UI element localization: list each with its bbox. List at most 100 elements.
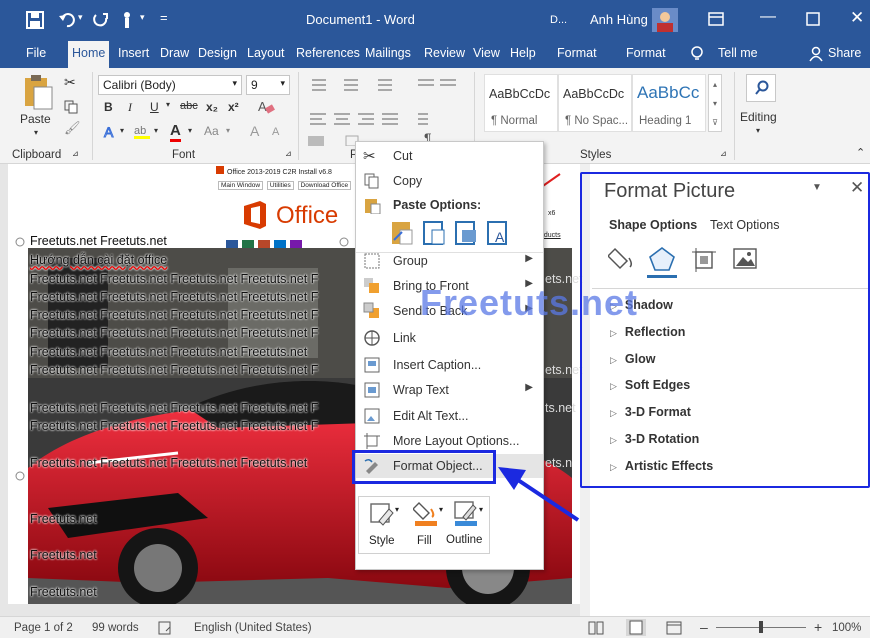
grow-font-button[interactable]: A: [250, 123, 259, 139]
section-artistic-effects[interactable]: ▷ Artistic Effects: [610, 459, 713, 473]
fill-bucket-icon[interactable]: [413, 499, 441, 527]
shrink-font-button[interactable]: A: [272, 126, 279, 138]
menu-item-group[interactable]: Group ▶: [356, 249, 543, 273]
chevron-down-icon[interactable]: ▾: [479, 505, 483, 514]
chevron-down-icon[interactable]: ▾: [756, 126, 760, 135]
maximize-icon[interactable]: [806, 12, 820, 26]
tab-format-1[interactable]: Format: [557, 46, 597, 60]
style-heading-1[interactable]: AaBbCc Heading 1: [632, 74, 706, 132]
chevron-down-icon[interactable]: ▾: [120, 126, 124, 135]
cut-icon[interactable]: ✂: [64, 74, 76, 91]
pane-options-icon[interactable]: ▼: [812, 182, 822, 193]
font-color-button[interactable]: A: [170, 122, 181, 142]
paragraph-controls[interactable]: [306, 76, 466, 146]
print-layout-icon[interactable]: [626, 619, 646, 636]
paste-label[interactable]: Paste: [20, 112, 51, 126]
collapse-ribbon-icon[interactable]: ⌃: [856, 146, 865, 159]
zoom-in-button[interactable]: +: [814, 619, 822, 635]
superscript-button[interactable]: x²: [228, 100, 239, 114]
subscript-button[interactable]: x₂: [206, 100, 218, 114]
clipboard-launcher-icon[interactable]: ⊿: [72, 149, 79, 158]
share-person-icon[interactable]: [808, 46, 824, 62]
save-icon[interactable]: [26, 11, 44, 29]
menu-item-cut[interactable]: ✂ Cut: [356, 144, 543, 168]
outline-pen-icon[interactable]: [453, 499, 481, 527]
layout-properties-icon[interactable]: [690, 246, 718, 272]
share-button[interactable]: Share: [828, 46, 861, 60]
proofing-icon[interactable]: [158, 621, 174, 635]
fill-button-label[interactable]: Fill: [417, 535, 432, 547]
fill-line-icon[interactable]: [608, 246, 636, 272]
word-count[interactable]: 99 words: [92, 622, 139, 634]
customize-qat-icon[interactable]: =: [160, 10, 168, 25]
section-glow[interactable]: ▷ Glow: [610, 352, 655, 366]
page-count[interactable]: Page 1 of 2: [14, 622, 73, 634]
styles-launcher-icon[interactable]: ⊿: [720, 149, 727, 158]
minimize-icon[interactable]: —: [760, 8, 776, 26]
tab-layout[interactable]: Layout: [247, 46, 285, 60]
section-soft-edges[interactable]: ▷ Soft Edges: [610, 378, 690, 392]
format-painter-icon[interactable]: 🖌: [64, 120, 81, 136]
touch-mode-icon[interactable]: [118, 10, 136, 30]
close-icon[interactable]: ✕: [850, 8, 864, 28]
menu-item-edit-alt-text[interactable]: Edit Alt Text...: [356, 404, 543, 428]
menu-item-insert-caption[interactable]: Insert Caption...: [356, 353, 543, 377]
tab-review[interactable]: Review: [424, 46, 465, 60]
selection-handle[interactable]: [338, 236, 350, 248]
web-layout-icon[interactable]: [666, 621, 682, 635]
style-normal[interactable]: AaBbCcDc ¶ Normal: [484, 74, 558, 132]
underline-dropdown-icon[interactable]: ▾: [166, 100, 170, 109]
chevron-down-icon[interactable]: ▾: [226, 126, 230, 135]
chevron-down-icon[interactable]: ▾: [395, 505, 399, 514]
menu-item-link[interactable]: Link: [356, 326, 543, 350]
read-mode-icon[interactable]: [588, 621, 604, 635]
qat-dropdown-icon[interactable]: ▾: [140, 12, 145, 23]
text-effects-icon[interactable]: A: [102, 123, 122, 141]
styles-scroll[interactable]: ▴ ▾ ⊽: [708, 74, 722, 132]
redo-icon[interactable]: [92, 11, 110, 29]
user-name[interactable]: Anh Hùng: [590, 12, 648, 27]
tab-draw[interactable]: Draw: [160, 46, 189, 60]
chevron-down-icon[interactable]: ▾: [439, 505, 443, 514]
tab-references[interactable]: References: [296, 46, 360, 60]
tab-file[interactable]: File: [26, 46, 46, 60]
undo-icon[interactable]: [58, 11, 76, 29]
tab-text-options[interactable]: Text Options: [710, 218, 779, 232]
paste-icon[interactable]: [22, 74, 54, 110]
section-3d-format[interactable]: ▷ 3-D Format: [610, 405, 691, 419]
tab-format-2[interactable]: Format: [626, 46, 666, 60]
font-launcher-icon[interactable]: ⊿: [285, 149, 292, 158]
bold-button[interactable]: B: [104, 100, 113, 114]
zoom-slider-thumb[interactable]: [759, 621, 763, 633]
style-no-spacing[interactable]: AaBbCcDc ¶ No Spac...: [558, 74, 632, 132]
section-reflection[interactable]: ▷ Reflection: [610, 325, 685, 339]
paste-options-icons[interactable]: A: [390, 218, 520, 248]
style-button-label[interactable]: Style: [369, 535, 395, 547]
user-avatar-icon[interactable]: [652, 8, 678, 32]
paste-dropdown-icon[interactable]: ▾: [34, 128, 38, 137]
picture-icon[interactable]: [732, 246, 760, 272]
zoom-out-button[interactable]: –: [700, 619, 708, 635]
style-icon[interactable]: [369, 501, 397, 527]
strikethrough-button[interactable]: abc: [180, 100, 198, 112]
language[interactable]: English (United States): [194, 622, 312, 634]
selection-handle[interactable]: [14, 236, 26, 248]
tab-design[interactable]: Design: [198, 46, 237, 60]
tab-shape-options[interactable]: Shape Options: [609, 218, 697, 232]
outline-button-label[interactable]: Outline: [446, 534, 482, 546]
chevron-down-icon[interactable]: ▾: [188, 126, 192, 135]
find-button[interactable]: [746, 74, 776, 102]
undo-dropdown-icon[interactable]: ▾: [78, 12, 83, 23]
editing-button[interactable]: Editing: [740, 110, 777, 124]
menu-item-copy[interactable]: Copy: [356, 169, 543, 193]
chevron-down-icon[interactable]: ▾: [154, 126, 158, 135]
highlight-color-icon[interactable]: ab: [132, 122, 154, 140]
clear-formatting-icon[interactable]: A: [256, 98, 276, 116]
font-name-box[interactable]: Calibri (Body) ▾: [98, 75, 242, 95]
underline-button[interactable]: U: [150, 100, 159, 114]
change-case-button[interactable]: Aa: [204, 124, 219, 138]
italic-button[interactable]: I: [128, 100, 132, 115]
pane-close-icon[interactable]: ✕: [850, 178, 864, 198]
zoom-level[interactable]: 100%: [832, 622, 861, 634]
copy-icon[interactable]: [64, 100, 78, 114]
